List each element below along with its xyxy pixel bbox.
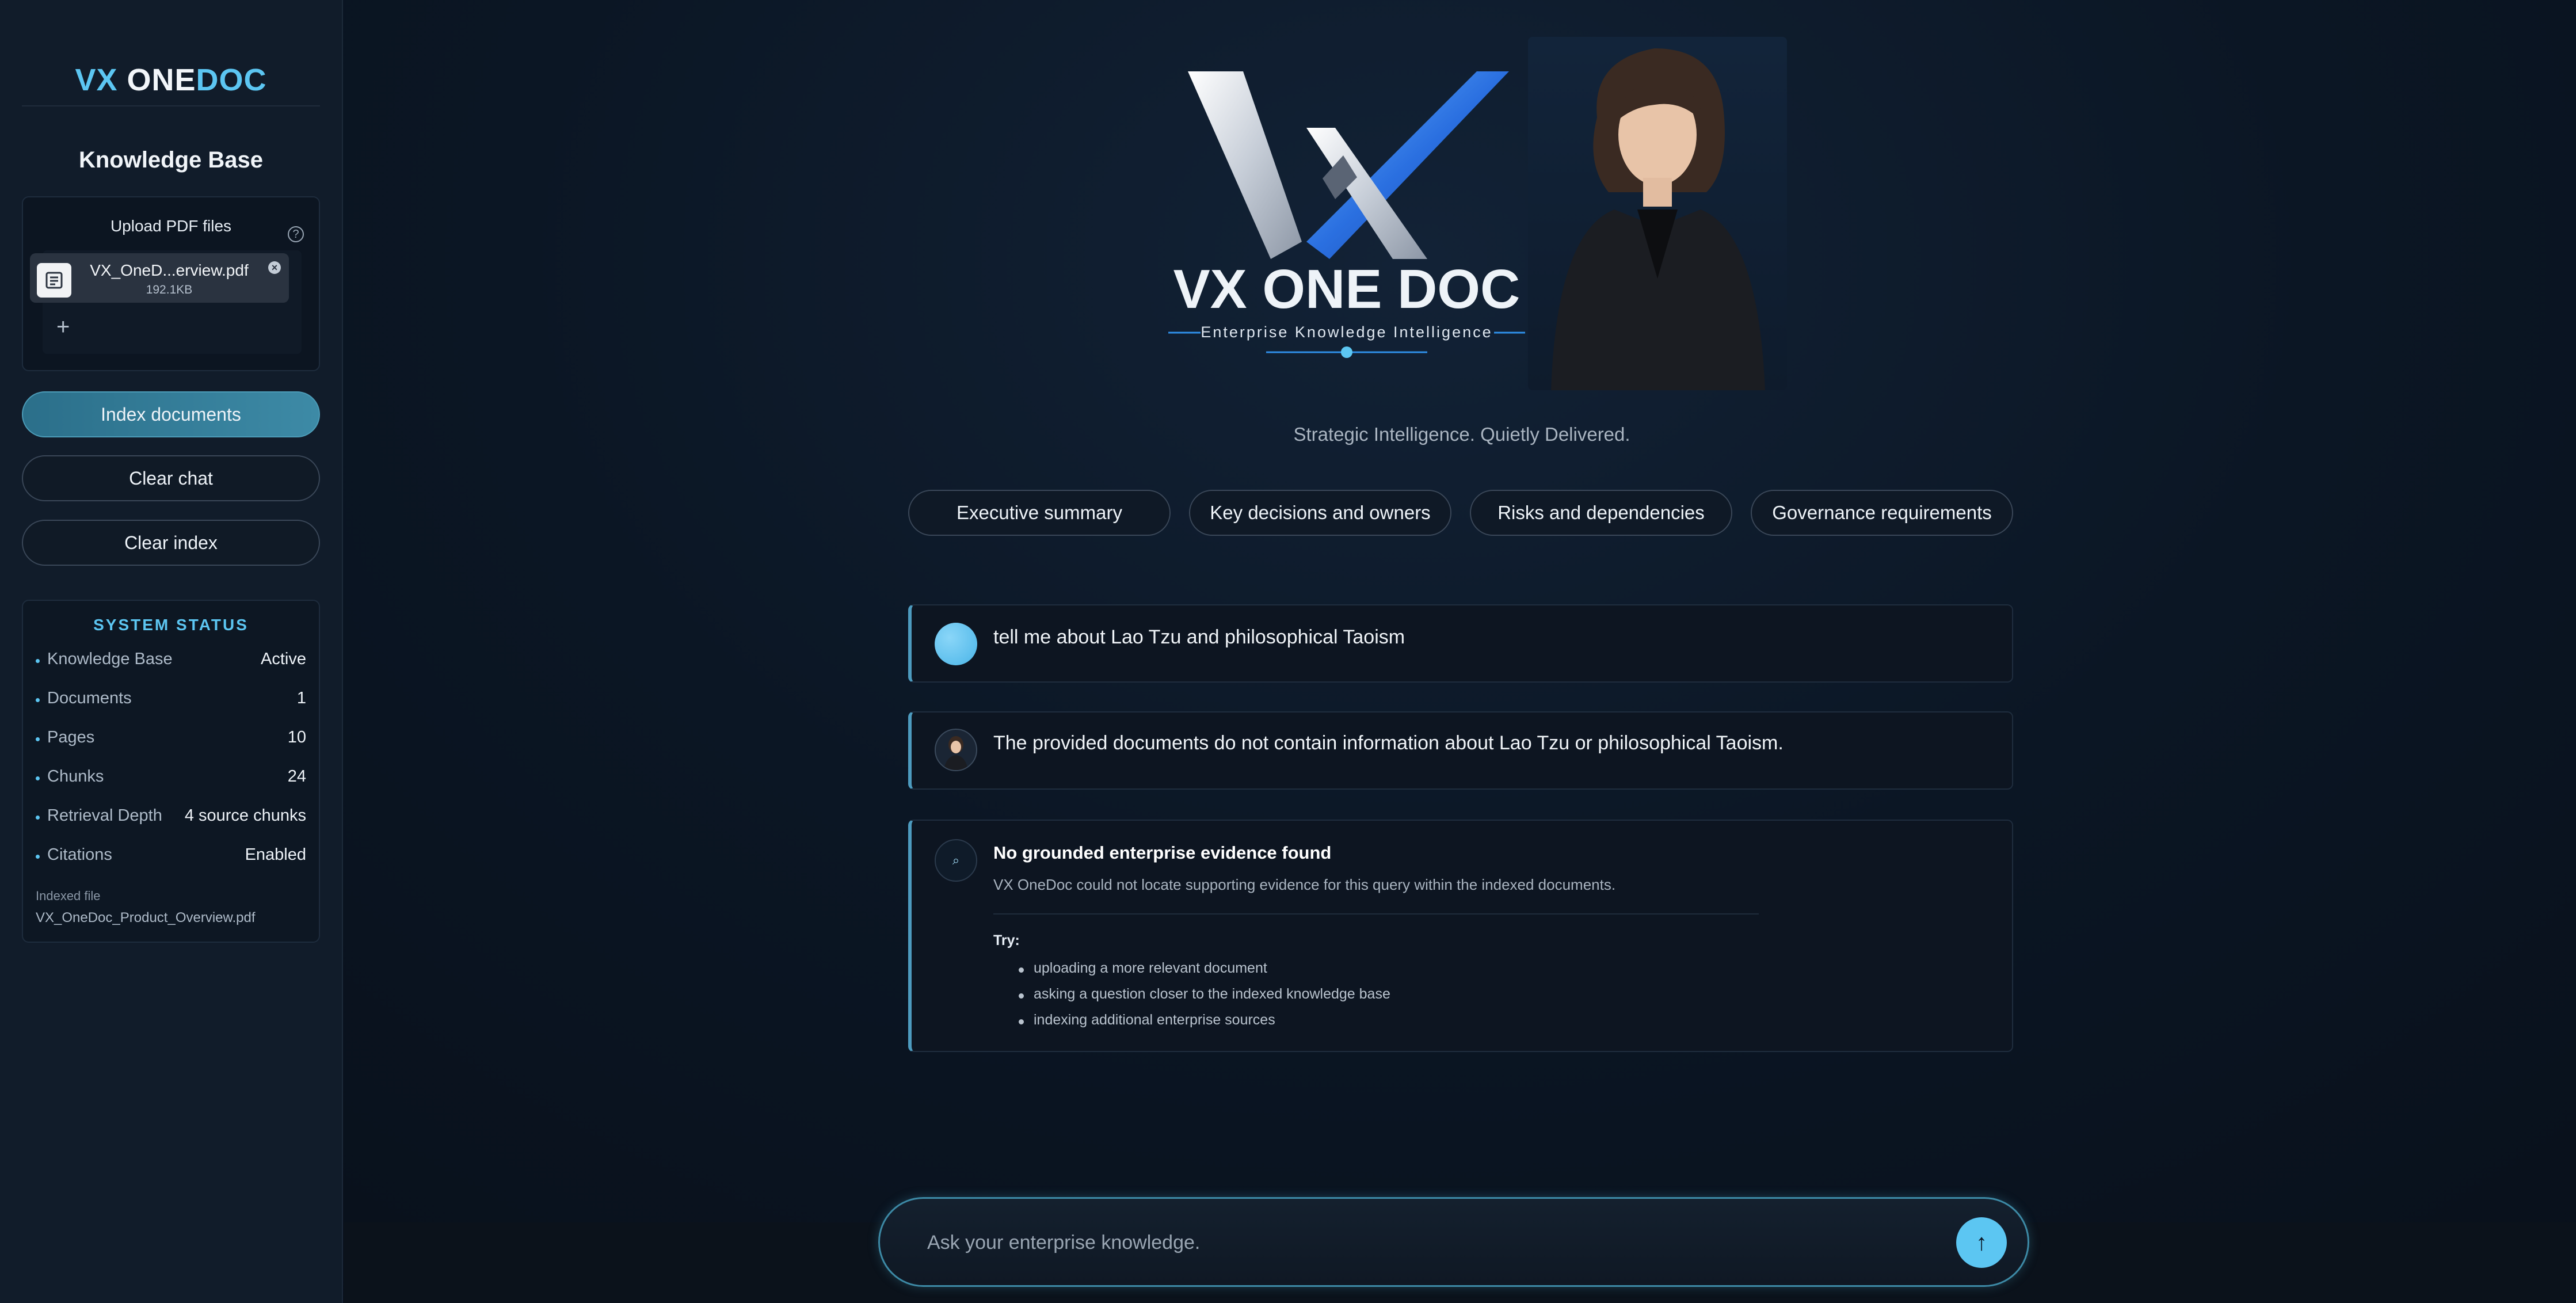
status-label: Chunks bbox=[47, 767, 104, 786]
assistant-message: The provided documents do not contain in… bbox=[908, 711, 2013, 790]
bullet-dot bbox=[36, 737, 40, 741]
no-evidence-notice: ⌕ No grounded enterprise evidence found … bbox=[908, 820, 2013, 1052]
brand-one: ONE bbox=[127, 63, 196, 97]
indexed-file-label: Indexed file bbox=[36, 889, 101, 903]
suggestion-item: uploading a more relevant document bbox=[1034, 960, 1267, 976]
clear-chat-button[interactable]: Clear chat bbox=[22, 455, 320, 501]
status-row: Pages 10 bbox=[36, 728, 306, 751]
bullet-dot bbox=[1019, 967, 1024, 973]
remove-file-icon[interactable]: × bbox=[268, 261, 281, 274]
suggestion-item: asking a question closer to the indexed … bbox=[1034, 986, 1390, 1002]
sidebar: VX ONEDOC Knowledge Base Upload PDF file… bbox=[0, 0, 343, 1303]
prompt-chip[interactable]: Key decisions and owners bbox=[1189, 490, 1451, 536]
bullet-dot bbox=[1019, 993, 1024, 999]
brand-logo: VX ONEDOC bbox=[22, 62, 320, 98]
notice-title: No grounded enterprise evidence found bbox=[993, 843, 1332, 863]
search-icon: ⌕ bbox=[935, 839, 977, 882]
prompt-chip[interactable]: Risks and dependencies bbox=[1470, 490, 1732, 536]
chat-input[interactable] bbox=[926, 1222, 1907, 1263]
prompt-chip[interactable]: Governance requirements bbox=[1751, 490, 2013, 536]
status-value: Active bbox=[261, 650, 306, 668]
portrait-illustration bbox=[1551, 48, 1765, 390]
bullet-dot bbox=[36, 698, 40, 702]
notice-try-label: Try: bbox=[993, 932, 1020, 948]
assistant-message-text: The provided documents do not contain in… bbox=[993, 732, 1784, 754]
status-row: Chunks 24 bbox=[36, 767, 306, 790]
brand-vx: VX bbox=[75, 63, 118, 97]
suggestion-item: indexing additional enterprise sources bbox=[1034, 1012, 1275, 1028]
status-row: Retrieval Depth 4 source chunks bbox=[36, 806, 306, 829]
file-size: 192.1KB bbox=[146, 283, 193, 296]
assistant-avatar bbox=[935, 729, 977, 771]
chat-input-container: ↑ bbox=[878, 1197, 2029, 1287]
status-row: Documents 1 bbox=[36, 689, 306, 712]
status-label: Knowledge Base bbox=[47, 650, 173, 668]
document-icon bbox=[37, 263, 71, 298]
bullet-dot bbox=[36, 816, 40, 820]
system-status-title: SYSTEM STATUS bbox=[93, 616, 249, 634]
knowledge-base-title: Knowledge Base bbox=[78, 147, 264, 173]
index-documents-button[interactable]: Index documents bbox=[22, 391, 320, 437]
indexed-file-name: VX_OneDoc_Product_Overview.pdf bbox=[36, 910, 256, 925]
bullet-dot bbox=[36, 776, 40, 780]
help-circle-icon[interactable]: ? bbox=[288, 226, 304, 242]
upload-label: Upload PDF files bbox=[110, 217, 232, 235]
system-status-panel: SYSTEM STATUS Knowledge Base Active Docu… bbox=[22, 600, 320, 943]
status-row: Citations Enabled bbox=[36, 845, 306, 868]
prompt-chip[interactable]: Executive summary bbox=[908, 490, 1171, 536]
status-value: 1 bbox=[296, 689, 306, 707]
divider bbox=[993, 913, 1759, 915]
status-value: 10 bbox=[287, 728, 306, 746]
bullet-dot bbox=[36, 855, 40, 859]
tagline: Strategic Intelligence. Quietly Delivere… bbox=[1293, 424, 1630, 445]
uploaded-file-chip: VX_OneD...erview.pdf 192.1KB × bbox=[30, 253, 289, 303]
status-label: Documents bbox=[47, 689, 132, 707]
arrow-up-icon[interactable]: ↑ bbox=[1956, 1217, 2007, 1268]
hero-logo: VX ONE DOC Enterprise Knowledge Intellig… bbox=[1168, 71, 1525, 358]
hero-logo-title: VX ONE DOC bbox=[1173, 258, 1521, 320]
plus-icon[interactable]: + bbox=[56, 315, 70, 338]
assistant-portrait bbox=[1528, 37, 1787, 390]
status-value: 24 bbox=[287, 767, 306, 786]
user-message: tell me about Lao Tzu and philosophical … bbox=[908, 604, 2013, 683]
bullet-dot bbox=[1019, 1019, 1024, 1024]
divider bbox=[22, 105, 320, 106]
file-name: VX_OneD...erview.pdf bbox=[90, 261, 249, 279]
bullet-dot bbox=[36, 659, 40, 663]
status-label: Retrieval Depth bbox=[47, 806, 162, 825]
user-message-text: tell me about Lao Tzu and philosophical … bbox=[993, 626, 1405, 648]
user-avatar bbox=[935, 623, 977, 665]
status-label: Citations bbox=[47, 845, 112, 864]
status-row: Knowledge Base Active bbox=[36, 650, 306, 673]
status-label: Pages bbox=[47, 728, 95, 746]
brand-doc: DOC bbox=[196, 63, 267, 97]
clear-index-button[interactable]: Clear index bbox=[22, 520, 320, 566]
notice-subtitle: VX OneDoc could not locate supporting ev… bbox=[993, 876, 1616, 893]
status-value: 4 source chunks bbox=[184, 806, 306, 825]
hero-logo-subtitle: Enterprise Knowledge Intelligence bbox=[1201, 323, 1492, 341]
status-value: Enabled bbox=[245, 845, 306, 864]
